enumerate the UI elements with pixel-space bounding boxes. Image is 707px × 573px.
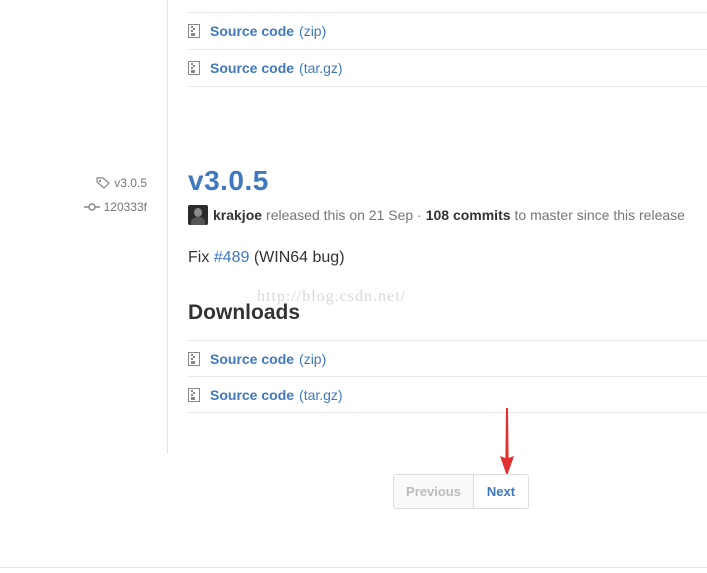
download-name: Source code: [210, 351, 295, 367]
release-description: Fix #489 (WIN64 bug): [188, 249, 345, 267]
next-button[interactable]: Next: [474, 475, 528, 508]
divider: [188, 412, 707, 413]
tag-label: v3.0.5: [114, 176, 147, 190]
download-source-targz[interactable]: Source code (tar.gz): [188, 377, 343, 413]
issue-link[interactable]: #489: [214, 249, 250, 266]
release-tag[interactable]: v3.0.5: [96, 176, 147, 190]
footer-divider: [0, 567, 707, 568]
file-zip-icon: [188, 352, 200, 366]
pagination: Previous Next: [393, 474, 529, 509]
download-ext: (zip): [299, 23, 327, 39]
avatar[interactable]: [188, 205, 208, 225]
download-name: Source code: [210, 387, 295, 403]
commits-suffix: to master since this release: [514, 207, 685, 223]
release-title[interactable]: v3.0.5: [188, 165, 269, 197]
download-source-targz-top[interactable]: Source code (tar.gz): [188, 50, 343, 86]
previous-button[interactable]: Previous: [394, 475, 474, 508]
timeline-divider: [167, 0, 168, 454]
release-commit[interactable]: 120333f: [83, 200, 147, 214]
desc-suffix: (WIN64 bug): [253, 249, 345, 266]
annotation-arrow-icon: [500, 408, 514, 476]
download-source-zip[interactable]: Source code (zip): [188, 341, 326, 377]
file-zip-icon: [188, 24, 200, 38]
download-name: Source code: [210, 23, 295, 39]
file-zip-icon: [188, 61, 200, 75]
download-name: Source code: [210, 60, 295, 76]
commit-label: 120333f: [103, 200, 147, 214]
release-meta: krakjoe released this on 21 Sep · 108 co…: [188, 205, 685, 225]
commit-icon: [83, 203, 100, 211]
commits-link[interactable]: 108 commits: [426, 207, 511, 223]
download-ext: (tar.gz): [299, 60, 343, 76]
divider: [188, 86, 707, 87]
author-link[interactable]: krakjoe: [213, 207, 262, 223]
download-ext: (zip): [299, 351, 327, 367]
download-source-zip-top[interactable]: Source code (zip): [188, 13, 326, 49]
file-zip-icon: [188, 388, 200, 402]
desc-prefix: Fix: [188, 249, 210, 266]
downloads-heading: Downloads: [188, 301, 301, 324]
download-ext: (tar.gz): [299, 387, 343, 403]
released-text: released this on 21 Sep ·: [266, 207, 422, 223]
tag-icon: [96, 177, 111, 189]
